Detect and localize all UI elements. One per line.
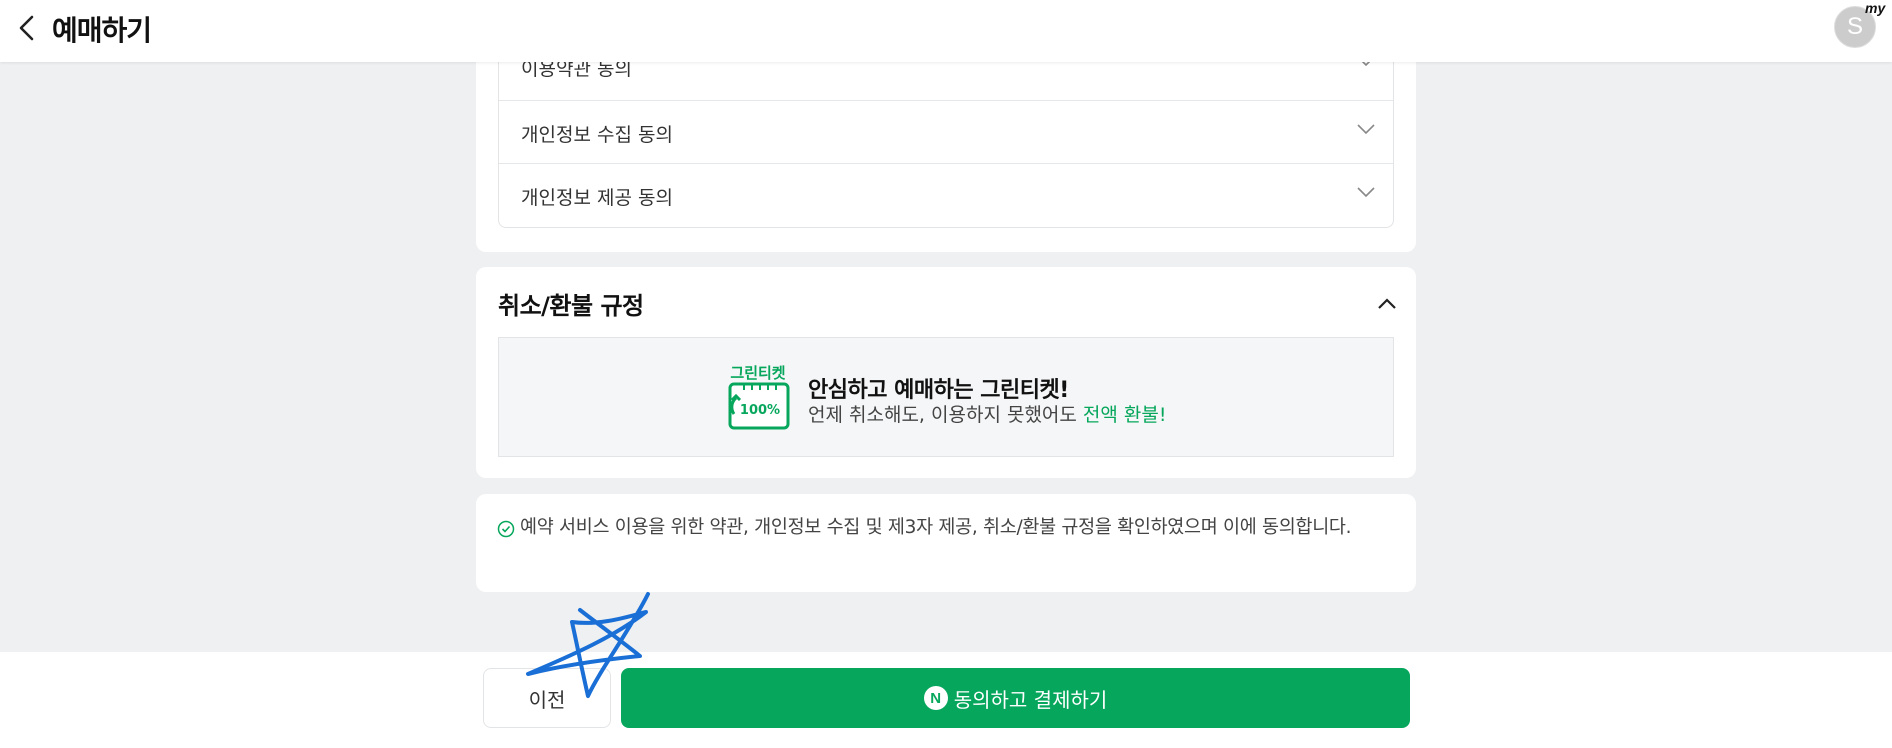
chevron-down-icon <box>1357 124 1375 135</box>
agree-and-pay-button[interactable]: N 동의하고 결제하기 <box>621 668 1410 728</box>
prev-button[interactable]: 이전 <box>483 668 611 728</box>
prev-button-label: 이전 <box>528 687 566 712</box>
logo-text: 그린티켓 <box>730 364 785 382</box>
page-title: 예매하기 <box>52 14 152 47</box>
bottom-action-bar: 이전 N 동의하고 결제하기 <box>0 652 1892 748</box>
pay-button-label: 동의하고 결제하기 <box>953 687 1108 712</box>
subtext-prefix: 언제 취소해도, 이용하지 못했어도 <box>808 404 1083 426</box>
refund-title: 취소/환불 규정 <box>498 292 644 320</box>
check-circle-icon[interactable] <box>497 520 515 538</box>
agreement-text: 예약 서비스 이용을 위한 약관, 개인정보 수집 및 제3자 제공, 취소/환… <box>520 517 1352 538</box>
green-ticket-subtext: 언제 취소해도, 이용하지 못했어도 전액 환불! <box>808 400 1167 427</box>
green-ticket-logo-icon: 그린티켓 100% <box>728 364 790 430</box>
term-label: 개인정보 수집 동의 <box>521 124 673 146</box>
naver-pay-icon: N <box>923 686 948 710</box>
green-ticket-banner: 그린티켓 100% 안심하고 예매하는 그린티켓! 언제 취소해도, 이용하지 … <box>498 337 1394 457</box>
avatar-initial: S <box>1846 13 1863 40</box>
term-row-privacy-provide[interactable]: 개인정보 제공 동의 <box>499 163 1393 226</box>
my-badge[interactable]: my <box>1865 0 1885 16</box>
refund-policy-card: 취소/환불 규정 그린티켓 100% 안심하고 예매하는 그린티켓! 언제 취소… <box>476 267 1416 478</box>
term-label: 개인정보 제공 동의 <box>521 187 673 209</box>
subtext-highlight: 전액 환불! <box>1082 404 1167 426</box>
terms-card: 이용약관 동의 개인정보 수집 동의 개인정보 제공 동의 <box>476 30 1416 252</box>
logo-badge: 100% <box>740 403 780 418</box>
chevron-down-icon <box>1357 187 1375 198</box>
term-row-privacy-collect[interactable]: 개인정보 수집 동의 <box>499 100 1393 163</box>
agreement-card: 예약 서비스 이용을 위한 약관, 개인정보 수집 및 제3자 제공, 취소/환… <box>476 494 1416 592</box>
chevron-up-icon[interactable] <box>1372 289 1402 319</box>
top-header: 예매하기 S my <box>0 0 1892 62</box>
back-arrow-icon[interactable] <box>10 10 46 46</box>
